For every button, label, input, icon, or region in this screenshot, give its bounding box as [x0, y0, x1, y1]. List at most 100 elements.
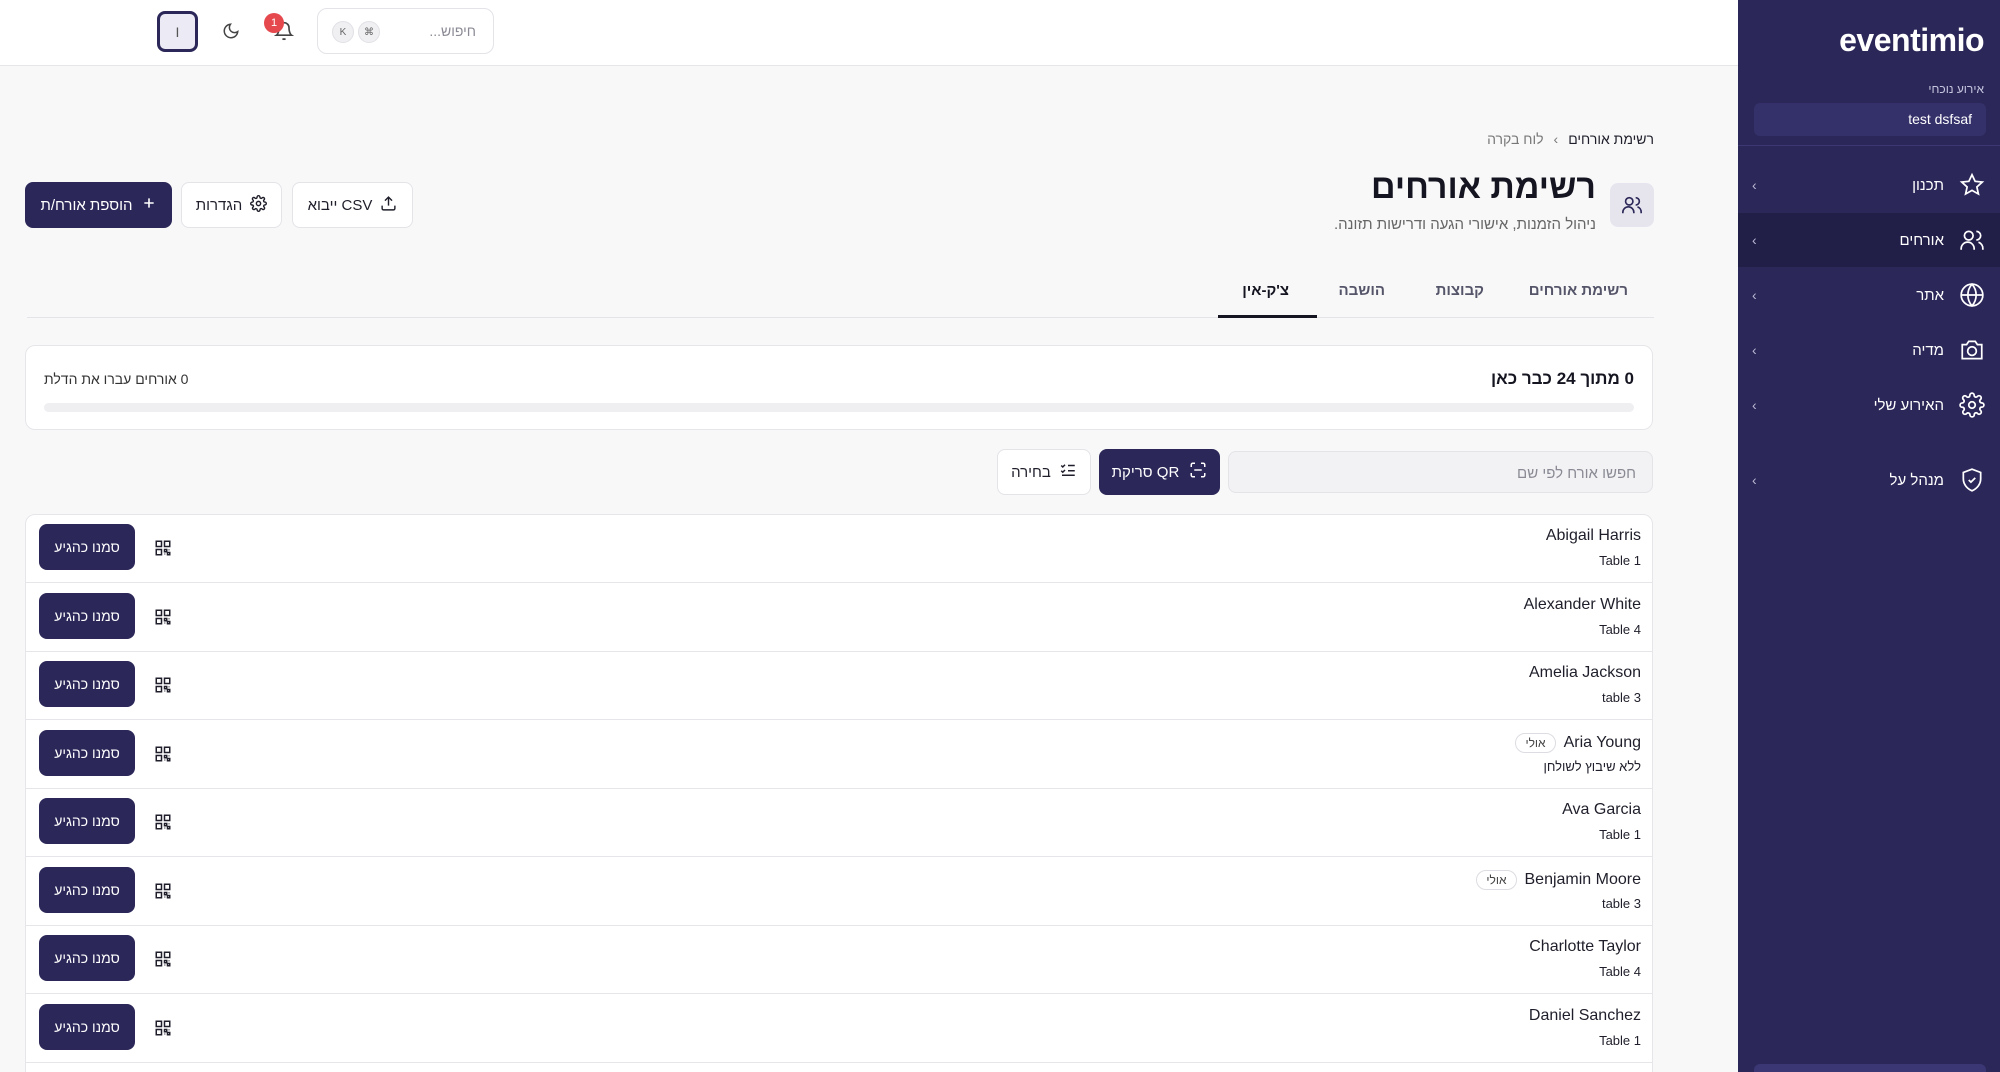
qr-code-icon[interactable]	[154, 813, 172, 831]
tab-groups[interactable]: קבוצות	[1436, 282, 1484, 299]
page-subtitle: ניהול הזמנות, אישורי הגעה ודרישות תזונה.	[1333, 216, 1596, 233]
guest-name-line: Daniel Sanchez	[1529, 1007, 1641, 1025]
guest-table: table 3	[1601, 690, 1641, 705]
select-label: בחירה	[1011, 463, 1051, 481]
guest-row[interactable]: Charlotte Taylor Table 4 סמנו כהגיע	[26, 926, 1652, 994]
mark-arrived-button[interactable]: סמנו כהגיע	[39, 798, 135, 844]
list-check-icon	[1059, 461, 1077, 483]
qr-code-icon[interactable]	[154, 539, 172, 557]
mark-arrived-button[interactable]: סמנו כהגיע	[39, 592, 135, 639]
avatar-initial: I	[175, 23, 180, 40]
top-bar: I 1 חיפוש... K ⌘	[0, 0, 1738, 66]
qr-code-icon[interactable]	[154, 608, 172, 626]
guest-name: Aria Young	[1563, 733, 1641, 751]
current-event-select[interactable]: test dsfsaf	[1754, 103, 1986, 136]
mark-arrived-button[interactable]: סמנו כהגיע	[39, 524, 135, 570]
mark-arrived-button[interactable]: סמנו כהגיע	[39, 729, 135, 776]
star-icon	[1958, 171, 1986, 199]
global-search-input[interactable]: חיפוש... K ⌘	[317, 8, 494, 54]
upload-icon	[380, 195, 397, 216]
app-logo[interactable]: eventimio	[1839, 22, 1984, 59]
mark-arrived-button[interactable]: סמנו כהגיע	[39, 866, 135, 913]
select-mode-button[interactable]: בחירה	[997, 449, 1091, 495]
guest-row[interactable]: Daniel Sanchez Table 1 סמנו כהגיע	[26, 995, 1652, 1063]
breadcrumb: לוח בקרה › רשימת אורחים	[1487, 131, 1654, 147]
gear-icon	[1958, 391, 1986, 419]
sidebar-item-planning[interactable]: תכנון ‹	[1738, 158, 2000, 212]
qr-scan-button[interactable]: סריקת QR	[1099, 449, 1220, 495]
current-event-label: אירוע נוכחי	[1928, 82, 1984, 96]
plus-icon	[141, 195, 157, 215]
guest-row[interactable]: Aria Young אולי ללא שיבוץ לשולחן סמנו כהגיע	[26, 721, 1652, 789]
guest-table: Table 1	[1599, 827, 1641, 842]
guest-list: Abigail Harris Table 1 סמנו כהגיע Alexander…	[25, 514, 1653, 1072]
guest-name: Ava Garcia	[1562, 801, 1641, 818]
sidebar-item-my-event[interactable]: האירוע שלי ‹	[1738, 378, 2000, 432]
tab-seating[interactable]: הושבה	[1339, 282, 1385, 299]
sidebar-item-label: האירוע שלי	[1873, 396, 1944, 414]
breadcrumb-dashboard-link[interactable]: לוח בקרה	[1487, 131, 1543, 147]
checkin-count-title: 0 מתוך 24 כבר כאן	[1491, 369, 1634, 388]
search-placeholder: חיפוש...	[429, 23, 476, 39]
chevron-left-icon: ‹	[1752, 232, 1757, 248]
mark-arrived-button[interactable]: סמנו כהגיע	[39, 935, 135, 981]
qr-code-icon[interactable]	[154, 676, 172, 694]
guest-table: ללא שיבוץ לשולחן	[1543, 758, 1641, 774]
through-door-count: 0 אורחים עברו את הדלת	[44, 371, 189, 387]
chevron-left-icon: ‹	[1752, 472, 1757, 488]
guest-row[interactable]: Benjamin Moore אולי table 3 סמנו כהגיע	[26, 858, 1652, 926]
sidebar-item-super-admin[interactable]: מנהל על ‹	[1738, 453, 2000, 507]
settings-button[interactable]: הגדרות	[181, 182, 282, 228]
guest-row[interactable]: Alexander White Table 4 סמנו כהגיע	[26, 584, 1652, 652]
guest-table: Table 4	[1599, 964, 1641, 979]
user-avatar-button[interactable]: I	[157, 11, 198, 52]
notifications-button[interactable]: 1	[264, 13, 297, 44]
users-icon	[1610, 183, 1654, 227]
qr-code-icon[interactable]	[154, 882, 172, 900]
tab-check-in[interactable]: צ'ק-אין	[1242, 282, 1289, 299]
guest-name: Amelia Jackson	[1528, 664, 1641, 681]
page-title: רשימת אורחים	[1371, 168, 1596, 206]
shield-icon	[1958, 466, 1986, 494]
add-guest-button[interactable]: הוספת אורח/ת	[25, 182, 172, 228]
import-csv-button[interactable]: ייבוא CSV	[292, 182, 413, 228]
sidebar-item-guests[interactable]: אורחים ‹	[1738, 213, 2000, 267]
qr-code-icon[interactable]	[154, 1019, 172, 1037]
sidebar-item-label: תכנון	[1912, 176, 1944, 194]
sidebar-item-label: מדיה	[1912, 341, 1944, 359]
chevron-left-icon: ‹	[1752, 342, 1757, 358]
guest-row[interactable]: Amelia Jackson table 3 סמנו כהגיע	[26, 652, 1652, 720]
qr-code-icon[interactable]	[154, 745, 172, 763]
scan-icon	[1189, 461, 1207, 483]
globe-icon	[1958, 281, 1986, 309]
theme-toggle-button[interactable]	[218, 18, 244, 44]
guest-row[interactable]: Ava Garcia Table 1 סמנו כהגיע	[26, 789, 1652, 857]
guest-name: Daniel Sanchez	[1528, 1006, 1641, 1024]
mark-arrived-button[interactable]: סמנו כהגיע	[39, 1003, 135, 1050]
guest-row[interactable]: Abigail Harris Table 1 סמנו כהגיע	[26, 515, 1652, 583]
mark-arrived-button[interactable]: סמנו כהגיע	[39, 661, 135, 707]
tab-guest-list[interactable]: רשימת אורחים	[1529, 282, 1628, 299]
guest-table: Table 1	[1599, 1032, 1641, 1048]
guest-name-line: Benjamin Moore אולי	[1476, 869, 1641, 890]
guest-name-line: Ava Garcia	[1562, 801, 1641, 819]
guest-name-line: Alexander White	[1524, 596, 1641, 614]
rsvp-maybe-badge: אולי	[1515, 732, 1556, 753]
qr-scan-label: סריקת QR	[1111, 463, 1180, 481]
guest-name: Alexander White	[1523, 595, 1641, 613]
shortcut-key-k: K	[332, 21, 354, 43]
notification-count-badge: 1	[264, 13, 284, 33]
qr-code-icon[interactable]	[154, 950, 172, 968]
active-tab-indicator	[1218, 315, 1317, 318]
camera-icon	[1958, 336, 1986, 364]
guest-name-line: Amelia Jackson	[1529, 664, 1641, 682]
shortcut-key-cmd: ⌘	[358, 21, 380, 43]
sidebar-item-media[interactable]: מדיה ‹	[1738, 323, 2000, 377]
guest-name-line: Charlotte Taylor	[1529, 938, 1641, 956]
sidebar-item-label: אורחים	[1899, 231, 1944, 249]
guest-search-input[interactable]: חפשו אורח לפי שם	[1228, 451, 1653, 493]
chevron-left-icon: ‹	[1752, 287, 1757, 303]
sidebar-divider	[1738, 145, 2000, 146]
checkin-summary-card: 0 מתוך 24 כבר כאן 0 אורחים עברו את הדלת	[25, 345, 1653, 430]
sidebar-item-website[interactable]: אתר ‹	[1738, 268, 2000, 322]
